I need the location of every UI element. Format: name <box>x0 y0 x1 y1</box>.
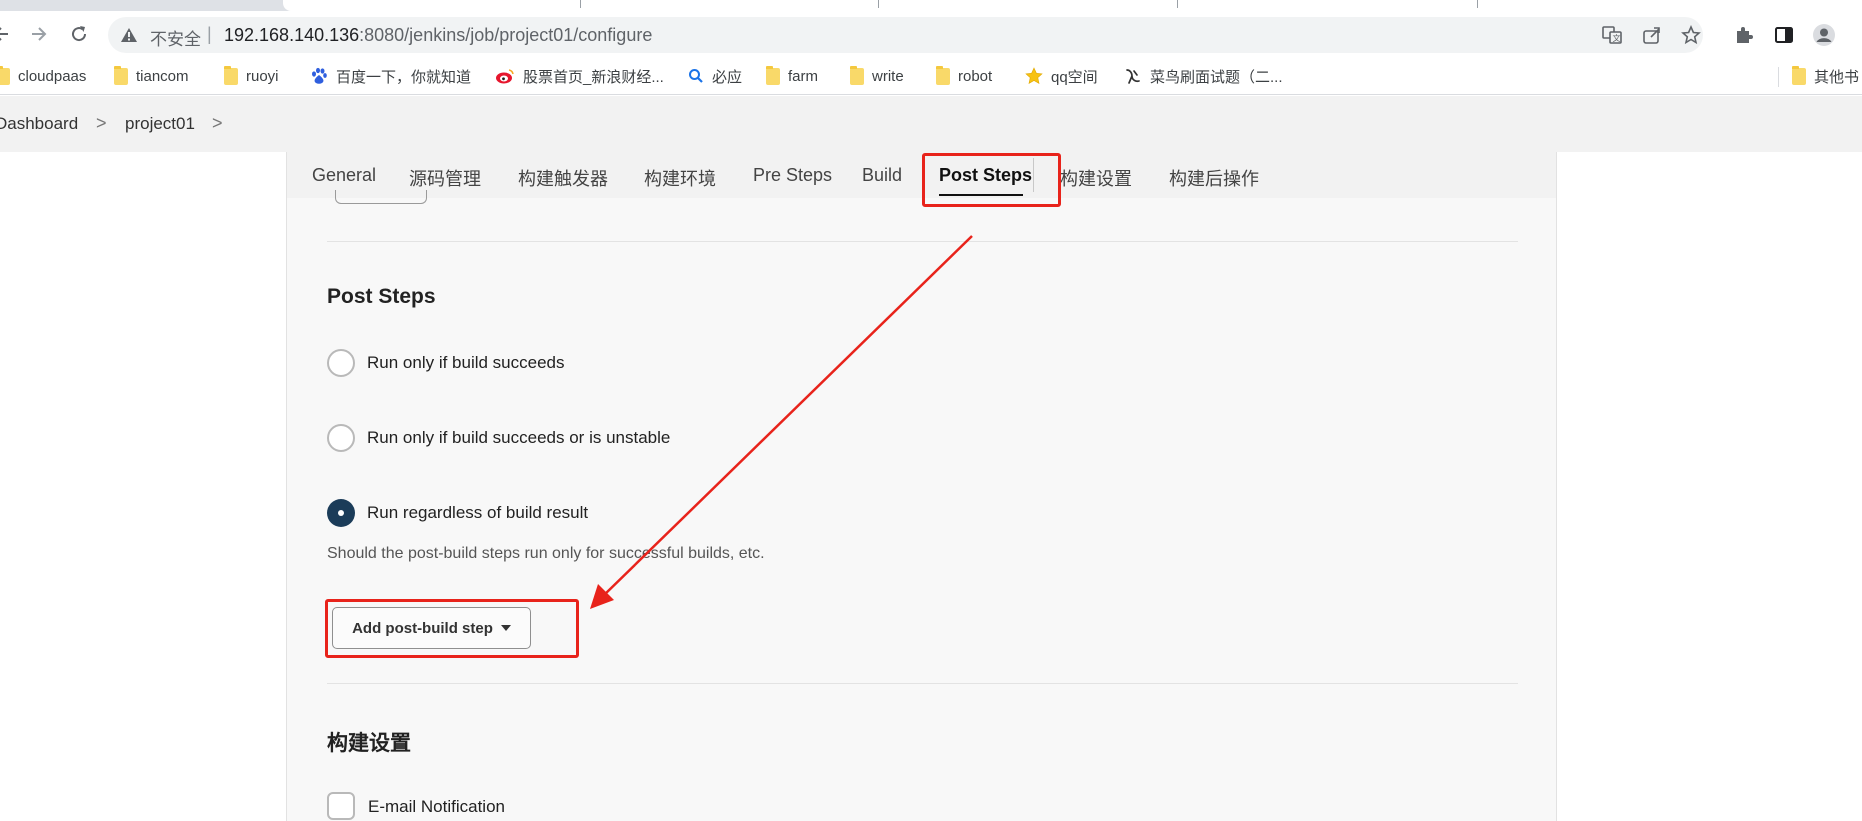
url-text[interactable]: 192.168.140.136:8080/jenkins/job/project… <box>224 25 652 46</box>
warning-triangle-icon[interactable] <box>120 27 138 43</box>
bookmarks-separator <box>1778 67 1779 87</box>
bookmark-label: farm <box>788 67 818 85</box>
bing-search-icon <box>689 69 703 83</box>
bookmark-star-icon[interactable] <box>1680 24 1702 46</box>
tab-build-triggers[interactable]: 构建触发器 <box>518 165 608 191</box>
bookmark-qzone[interactable]: qq空间 <box>1025 64 1098 88</box>
url-path: :8080/jenkins/job/project01/configure <box>359 25 653 45</box>
reload-button[interactable] <box>66 21 92 47</box>
previous-section-button[interactable] <box>335 190 427 204</box>
bookmark-label: 百度一下，你就知道 <box>336 68 472 86</box>
radio-run-if-succeeds[interactable] <box>327 349 355 377</box>
bookmark-write[interactable]: write <box>850 64 904 88</box>
tab-separator <box>1477 0 1478 8</box>
bookmark-label: qq空间 <box>1051 68 1098 86</box>
radio-label-regardless[interactable]: Run regardless of build result <box>367 503 588 523</box>
tab-pre-steps[interactable]: Pre Steps <box>753 165 832 186</box>
bookmark-bing[interactable]: 必应 <box>688 64 742 88</box>
tab-separator <box>1177 0 1178 8</box>
folder-icon <box>850 65 864 85</box>
folder-icon <box>224 65 238 85</box>
folder-icon <box>1792 65 1806 85</box>
folder-icon <box>0 65 10 85</box>
bookmark-label: 菜鸟刷面试题（二... <box>1150 68 1283 86</box>
post-steps-title: Post Steps <box>327 285 436 308</box>
folder-icon <box>766 65 780 85</box>
radio-label-succeeds-or-unstable[interactable]: Run only if build succeeds or is unstabl… <box>367 428 670 448</box>
breadcrumb-dashboard[interactable]: Dashboard <box>0 114 78 134</box>
bookmarks-bar: cloudpaas tiancom ruoyi 百度一下，你就知道 股票首页_新… <box>0 57 1862 95</box>
tab-source-management[interactable]: 源码管理 <box>409 165 481 191</box>
folder-icon <box>936 65 950 85</box>
bookmark-label: 股票首页_新浪财经... <box>523 68 664 86</box>
share-icon[interactable] <box>1641 24 1663 46</box>
security-separator: | <box>207 24 212 44</box>
tab-build-settings[interactable]: 构建设置 <box>1060 165 1132 191</box>
bookmark-label: ruoyi <box>246 67 279 85</box>
breadcrumb: Dashboard > project01 > <box>0 96 1862 152</box>
bookmark-robot[interactable]: robot <box>936 64 992 88</box>
breadcrumb-separator: > <box>96 113 107 133</box>
forward-arrow-icon <box>32 27 47 41</box>
tab-post-build-actions[interactable]: 构建后操作 <box>1169 165 1259 191</box>
radio-run-regardless[interactable] <box>327 499 355 527</box>
bookmark-other[interactable]: 其他书 <box>1792 64 1859 88</box>
baidu-paw-icon <box>312 67 327 84</box>
reload-icon <box>72 26 87 42</box>
highlight-box-add-step-button <box>325 599 579 658</box>
radio-label-succeeds[interactable]: Run only if build succeeds <box>367 353 565 373</box>
radio-run-if-succeeds-or-unstable[interactable] <box>327 424 355 452</box>
bookmark-label: 必应 <box>712 68 743 86</box>
bookmark-tiancom[interactable]: tiancom <box>114 64 189 88</box>
bookmark-label: robot <box>958 67 993 85</box>
runoob-bird-icon <box>1126 69 1140 84</box>
tab-build-environment[interactable]: 构建环境 <box>644 165 716 191</box>
bookmark-ruoyi[interactable]: ruoyi <box>224 64 279 88</box>
tab-separator <box>878 0 879 8</box>
back-button[interactable] <box>0 21 14 47</box>
tab-separator <box>580 0 581 8</box>
bookmark-farm[interactable]: farm <box>766 64 818 88</box>
url-host: 192.168.140.136 <box>224 25 360 45</box>
qzone-star-icon <box>1025 67 1043 84</box>
svg-text:文: 文 <box>1613 33 1621 43</box>
address-bar[interactable]: 不安全 | 192.168.140.136:8080/jenkins/job/p… <box>108 17 1703 53</box>
weibo-icon <box>496 69 514 84</box>
tab-build[interactable]: Build <box>862 165 902 186</box>
bookmark-label: cloudpaas <box>18 67 87 85</box>
translate-icon[interactable]: 文 <box>1601 24 1623 46</box>
browser-tab-strip <box>0 0 1862 11</box>
folder-icon <box>114 65 128 85</box>
bookmark-sina-finance[interactable]: 股票首页_新浪财经... <box>495 64 664 88</box>
bookmark-label: write <box>872 67 904 85</box>
breadcrumb-dropdown[interactable]: > <box>212 113 223 134</box>
section-divider <box>327 683 1518 684</box>
profile-avatar-icon[interactable] <box>1812 23 1836 47</box>
breadcrumb-project[interactable]: project01 <box>125 114 195 134</box>
browser-toolbar: 不安全 | 192.168.140.136:8080/jenkins/job/p… <box>0 11 1862 57</box>
bookmark-label: tiancom <box>136 67 189 85</box>
bookmark-label: 其他书 <box>1814 68 1860 86</box>
bookmark-cloudpaas[interactable]: cloudpaas <box>0 64 86 88</box>
email-notification-checkbox[interactable] <box>327 792 355 820</box>
active-browser-tab[interactable] <box>283 0 1862 11</box>
config-panel: General 源码管理 构建触发器 构建环境 Pre Steps Build … <box>286 152 1557 821</box>
forward-button[interactable] <box>26 21 52 47</box>
build-settings-title: 构建设置 <box>327 732 411 755</box>
highlight-box-post-steps-tab <box>922 153 1061 207</box>
section-divider <box>327 241 1518 242</box>
tab-general[interactable]: General <box>312 165 376 186</box>
back-arrow-icon <box>0 27 8 41</box>
extensions-puzzle-icon[interactable] <box>1732 23 1756 47</box>
email-notification-label[interactable]: E-mail Notification <box>368 797 505 817</box>
not-secure-label[interactable]: 不安全 <box>150 25 201 50</box>
side-panel-icon[interactable] <box>1772 23 1796 47</box>
bookmark-baidu[interactable]: 百度一下，你就知道 <box>310 64 471 88</box>
post-steps-help-text: Should the post-build steps run only for… <box>327 545 765 562</box>
bookmark-runoob[interactable]: 菜鸟刷面试题（二... <box>1124 64 1283 88</box>
